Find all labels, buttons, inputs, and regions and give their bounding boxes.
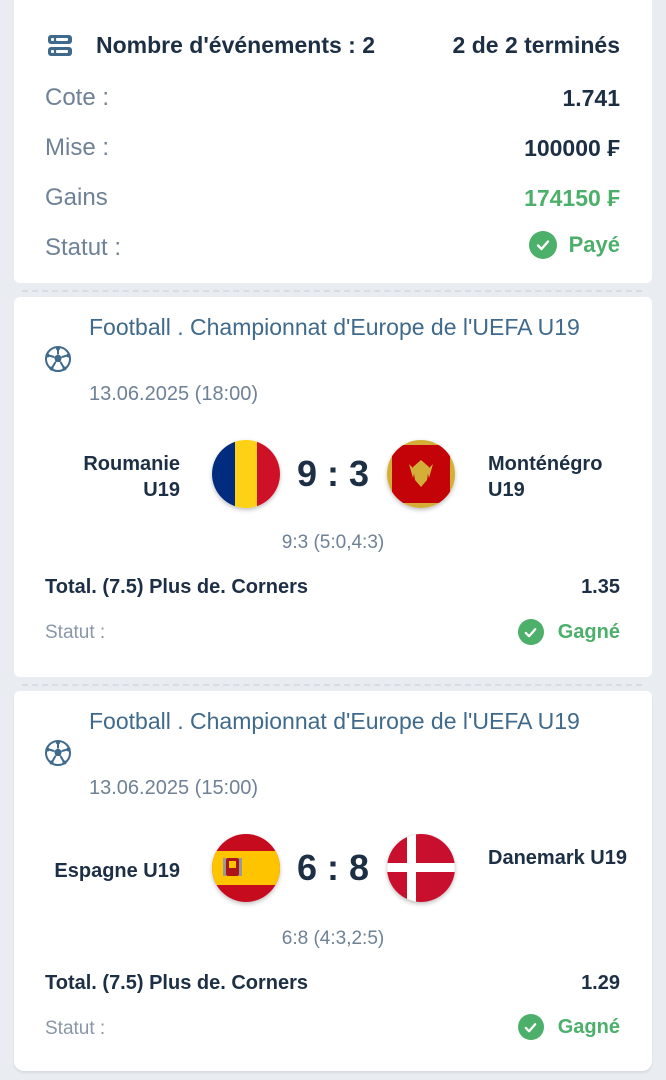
odds-value: 1.741 bbox=[562, 85, 620, 111]
home-team: Espagne U19 bbox=[54, 860, 180, 882]
score: 6 : 8 bbox=[296, 847, 370, 888]
event-card[interactable]: Football . Championnat d'Europe de l'UEF… bbox=[14, 297, 652, 677]
home-team: Roumanie U19 bbox=[83, 453, 180, 501]
bet-odd: 1.35 bbox=[581, 576, 620, 598]
event-date: 13.06.2025 (15:00) bbox=[89, 777, 259, 799]
status-value: Gagné bbox=[557, 1015, 620, 1038]
score: 9 : 3 bbox=[296, 453, 370, 494]
bet-odd: 1.29 bbox=[581, 972, 620, 994]
check-circle-icon bbox=[517, 1014, 544, 1040]
league-name: Football . Championnat d'Europe de l'UEF… bbox=[89, 314, 580, 340]
event-date: 13.06.2025 (18:00) bbox=[89, 383, 259, 405]
bet-summary-card: Nombre d'événements : 2 2 de 2 terminés … bbox=[14, 0, 652, 283]
score-detail: 6:8 (4:3,2:5) bbox=[281, 928, 385, 949]
flag-romania-icon bbox=[212, 440, 280, 508]
flag-denmark-icon bbox=[387, 834, 455, 902]
ticket-notch bbox=[645, 283, 659, 297]
flag-spain-icon bbox=[212, 834, 280, 902]
divider bbox=[22, 684, 642, 686]
event-card[interactable]: Football . Championnat d'Europe de l'UEF… bbox=[14, 691, 652, 1071]
flag-montenegro-icon bbox=[387, 440, 455, 508]
status-label: Statut : bbox=[45, 622, 106, 643]
away-team: Monténégro U19 bbox=[488, 453, 603, 501]
status-value: Payé bbox=[568, 232, 620, 257]
status-value: Gagné bbox=[557, 620, 620, 643]
soccer-ball-icon bbox=[44, 345, 72, 373]
odds-label: Cote : bbox=[45, 84, 110, 111]
completed-count: 2 de 2 terminés bbox=[452, 32, 620, 58]
bet-market: Total. (7.5) Plus de. Corners bbox=[45, 576, 309, 598]
winnings-label: Gains bbox=[45, 184, 108, 211]
check-circle-icon bbox=[517, 619, 544, 645]
league-name: Football . Championnat d'Europe de l'UEF… bbox=[89, 708, 580, 734]
status-label: Statut : bbox=[45, 1018, 106, 1039]
ticket-notch bbox=[0, 283, 7, 297]
status-badge: Payé bbox=[528, 231, 620, 259]
away-team: Danemark U19 bbox=[488, 847, 627, 869]
status-badge: Gagné bbox=[517, 619, 620, 645]
bet-market: Total. (7.5) Plus de. Corners bbox=[45, 972, 309, 994]
check-circle-icon bbox=[528, 231, 557, 259]
stake-value: 100000 ₣ bbox=[524, 135, 620, 161]
divider bbox=[22, 290, 642, 292]
ticket-notch bbox=[645, 677, 659, 691]
soccer-ball-icon bbox=[44, 739, 72, 767]
ticket-notch bbox=[0, 677, 7, 691]
events-count: Nombre d'événements : 2 bbox=[96, 32, 375, 58]
list-icon bbox=[47, 33, 73, 59]
stake-label: Mise : bbox=[45, 134, 110, 161]
status-badge: Gagné bbox=[517, 1014, 620, 1040]
score-detail: 9:3 (5:0,4:3) bbox=[281, 532, 385, 553]
status-label: Statut : bbox=[45, 234, 122, 261]
winnings-value: 174150 ₣ bbox=[524, 185, 620, 211]
